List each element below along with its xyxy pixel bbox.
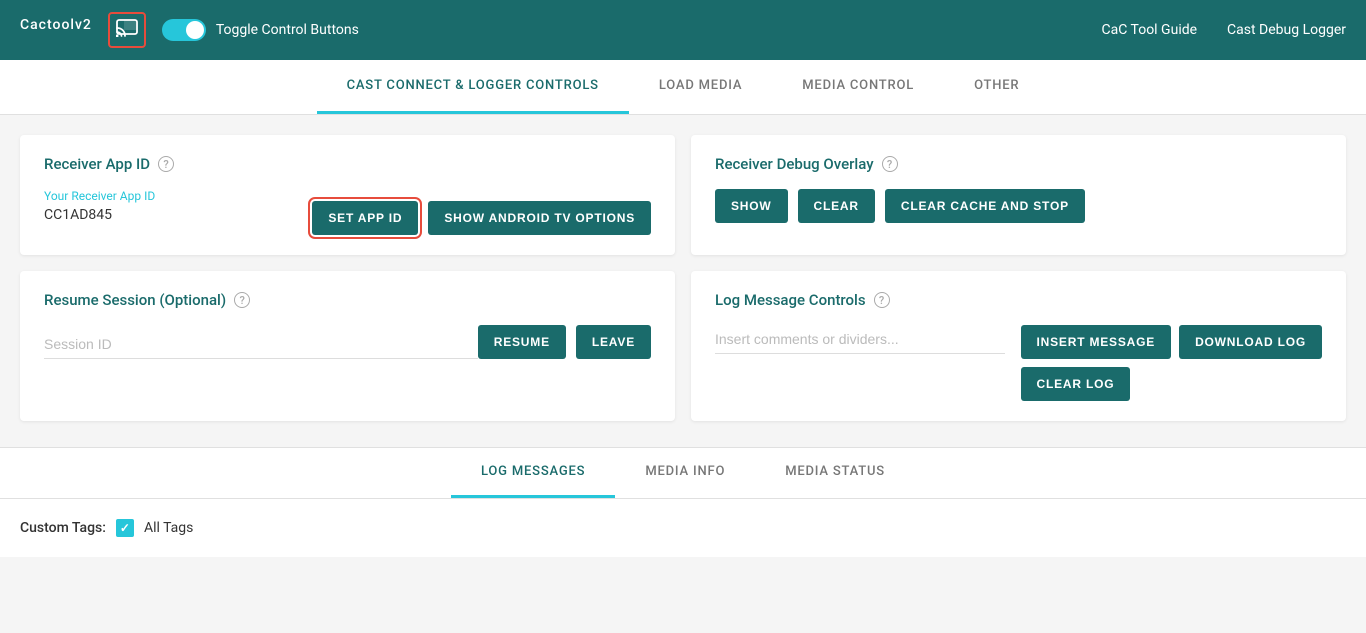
receiver-app-id-content: Your Receiver App ID CC1AD845 SET APP ID… <box>44 189 651 235</box>
receiver-app-id-input-label: Your Receiver App ID <box>44 189 312 203</box>
resume-session-content: RESUME LEAVE <box>44 325 651 359</box>
log-message-controls-label: Log Message Controls <box>715 291 866 309</box>
log-buttons-bottom-row: CLEAR LOG <box>1021 367 1322 401</box>
toggle-switch[interactable] <box>162 19 206 41</box>
cast-icon-box[interactable] <box>108 12 146 48</box>
main-content: Receiver App ID ? Your Receiver App ID C… <box>0 115 1366 447</box>
show-overlay-button[interactable]: SHOW <box>715 189 788 223</box>
resume-session-label: Resume Session (Optional) <box>44 291 226 309</box>
log-message-controls-card: Log Message Controls ? INSERT MESSAGE DO… <box>691 271 1346 421</box>
custom-tags-row: Custom Tags: All Tags <box>20 519 1346 537</box>
receiver-debug-card: Receiver Debug Overlay ? SHOW CLEAR CLEA… <box>691 135 1346 255</box>
all-tags-checkbox[interactable] <box>116 519 134 537</box>
tab-media-control[interactable]: MEDIA CONTROL <box>772 60 944 114</box>
clear-cache-stop-button[interactable]: CLEAR CACHE AND STOP <box>885 189 1085 223</box>
receiver-debug-help-icon[interactable]: ? <box>882 156 898 172</box>
session-id-input[interactable] <box>44 330 478 359</box>
receiver-app-id-value: CC1AD845 <box>44 207 312 223</box>
show-android-tv-button[interactable]: SHOW ANDROID TV OPTIONS <box>428 201 651 235</box>
toggle-area: Toggle Control Buttons <box>162 19 359 41</box>
bottom-tabs: LOG MESSAGES MEDIA INFO MEDIA STATUS <box>0 448 1366 499</box>
header: Cactoolv2 Toggle Control Buttons CaC Too… <box>0 0 1366 60</box>
log-message-help-icon[interactable]: ? <box>874 292 890 308</box>
bottom-section: LOG MESSAGES MEDIA INFO MEDIA STATUS Cus… <box>0 447 1366 557</box>
log-message-controls-title: Log Message Controls ? <box>715 291 1322 309</box>
cast-icon <box>116 18 138 42</box>
resume-session-buttons: RESUME LEAVE <box>478 325 651 359</box>
download-log-button[interactable]: DOWNLOAD LOG <box>1179 325 1322 359</box>
receiver-app-id-help-icon[interactable]: ? <box>158 156 174 172</box>
tab-media-info[interactable]: MEDIA INFO <box>615 448 755 498</box>
logo-version: v2 <box>75 17 92 33</box>
clear-log-button[interactable]: CLEAR LOG <box>1021 367 1131 401</box>
main-nav-tabs: CAST CONNECT & LOGGER CONTROLS LOAD MEDI… <box>0 60 1366 115</box>
tab-cast-connect[interactable]: CAST CONNECT & LOGGER CONTROLS <box>317 60 629 114</box>
set-app-id-button[interactable]: SET APP ID <box>312 201 418 235</box>
custom-tags-label: Custom Tags: <box>20 520 106 536</box>
cast-debug-logger-link[interactable]: Cast Debug Logger <box>1227 22 1346 38</box>
resume-session-help-icon[interactable]: ? <box>234 292 250 308</box>
cards-row-bottom: Resume Session (Optional) ? RESUME LEAVE… <box>20 271 1346 421</box>
tab-log-messages[interactable]: LOG MESSAGES <box>451 448 615 498</box>
log-message-controls-content: INSERT MESSAGE DOWNLOAD LOG CLEAR LOG <box>715 325 1322 401</box>
clear-overlay-button[interactable]: CLEAR <box>798 189 875 223</box>
log-comments-input[interactable] <box>715 325 1005 354</box>
header-left: Cactoolv2 Toggle Control Buttons <box>20 12 359 48</box>
log-buttons-top-row: INSERT MESSAGE DOWNLOAD LOG <box>1021 325 1322 359</box>
toggle-label: Toggle Control Buttons <box>216 22 359 38</box>
resume-session-title: Resume Session (Optional) ? <box>44 291 651 309</box>
cac-tool-guide-link[interactable]: CaC Tool Guide <box>1102 22 1198 38</box>
resume-session-card: Resume Session (Optional) ? RESUME LEAVE <box>20 271 675 421</box>
receiver-app-id-title: Receiver App ID ? <box>44 155 651 173</box>
receiver-app-id-input-section: Your Receiver App ID CC1AD845 <box>44 189 312 235</box>
logo-name: Cactool <box>20 17 75 33</box>
logo-text: Cactoolv2 <box>20 17 92 43</box>
log-input-area <box>715 325 1005 354</box>
leave-button[interactable]: LEAVE <box>576 325 651 359</box>
bottom-content: Custom Tags: All Tags <box>0 499 1366 557</box>
tab-other[interactable]: OTHER <box>944 60 1049 114</box>
cards-row-top: Receiver App ID ? Your Receiver App ID C… <box>20 135 1346 255</box>
receiver-app-id-label: Receiver App ID <box>44 155 150 173</box>
log-buttons-area: INSERT MESSAGE DOWNLOAD LOG CLEAR LOG <box>1021 325 1322 401</box>
receiver-debug-label: Receiver Debug Overlay <box>715 155 874 173</box>
all-tags-label: All Tags <box>144 520 193 536</box>
receiver-app-id-buttons: SET APP ID SHOW ANDROID TV OPTIONS <box>312 201 651 235</box>
resume-session-input-section <box>44 330 478 359</box>
receiver-debug-buttons: SHOW CLEAR CLEAR CACHE AND STOP <box>715 189 1322 223</box>
receiver-app-id-card: Receiver App ID ? Your Receiver App ID C… <box>20 135 675 255</box>
tab-load-media[interactable]: LOAD MEDIA <box>629 60 772 114</box>
tab-media-status[interactable]: MEDIA STATUS <box>755 448 915 498</box>
header-right: CaC Tool Guide Cast Debug Logger <box>1102 22 1347 38</box>
insert-message-button[interactable]: INSERT MESSAGE <box>1021 325 1172 359</box>
resume-button[interactable]: RESUME <box>478 325 566 359</box>
receiver-debug-title: Receiver Debug Overlay ? <box>715 155 1322 173</box>
